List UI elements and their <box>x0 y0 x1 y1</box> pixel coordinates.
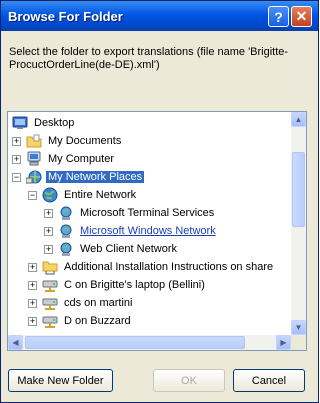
scroll-right-button[interactable]: ▶ <box>276 335 291 350</box>
tree-item-label: cds on martini <box>64 297 133 309</box>
tree-item[interactable]: + cds on martini <box>28 294 134 312</box>
tree-item[interactable]: + D on Buzzard <box>28 312 133 330</box>
tree-item-label: Microsoft Windows Network <box>80 225 216 237</box>
expand-icon[interactable]: + <box>28 262 37 272</box>
tree-item[interactable]: + Microsoft Windows Network <box>44 222 218 240</box>
expand-icon[interactable]: + <box>12 136 21 146</box>
network-provider-icon <box>58 223 74 239</box>
collapse-icon[interactable]: − <box>28 190 37 200</box>
tree-item-label: My Network Places <box>46 171 145 183</box>
tree-item[interactable]: − Entire Network <box>28 186 138 204</box>
globe-icon <box>42 187 58 203</box>
desktop-icon <box>12 115 28 131</box>
tree-item-label: Additional Installation Instructions on … <box>64 261 274 273</box>
vertical-scroll-thumb[interactable] <box>292 152 305 227</box>
tree-item-label: Entire Network <box>64 189 137 201</box>
expand-icon[interactable]: + <box>12 154 21 164</box>
tree-item[interactable]: + Microsoft Terminal Services <box>44 204 216 222</box>
folder-icon <box>26 133 42 149</box>
network-drive-icon <box>42 313 58 329</box>
instruction-text: Select the folder to export translations… <box>9 46 289 71</box>
tree-item-label: C on Brigitte's laptop (Bellini) <box>64 279 205 291</box>
network-provider-icon <box>58 241 74 257</box>
help-button[interactable]: ? <box>268 6 289 27</box>
horizontal-scroll-thumb[interactable] <box>25 336 245 349</box>
tree-item-label: Web Client Network <box>80 243 177 255</box>
tree-item-label: My Computer <box>48 153 115 165</box>
window-title: Browse For Folder <box>8 9 123 24</box>
computer-icon <box>26 151 42 167</box>
scrollbar-corner <box>291 335 306 350</box>
expand-icon[interactable]: + <box>28 298 37 308</box>
tree-item[interactable]: − My Network Places <box>12 168 145 186</box>
tree-item-label: Desktop <box>34 117 75 129</box>
expand-icon[interactable]: + <box>44 208 53 218</box>
network-drive-icon <box>42 295 58 311</box>
tree-item[interactable]: + My Computer <box>12 150 116 168</box>
folder-tree-view[interactable]: Desktop + My Documents + My Computer − My Netw… <box>7 111 307 351</box>
browse-for-folder-dialog: Browse For Folder ? ✕ Select the folder … <box>0 0 319 403</box>
network-places-icon <box>25 169 42 185</box>
ok-button[interactable]: OK <box>153 369 225 392</box>
expand-icon[interactable]: + <box>28 280 37 290</box>
network-drive-icon <box>42 277 58 293</box>
expand-icon[interactable]: + <box>44 226 53 236</box>
horizontal-scrollbar[interactable]: ◀ ▶ <box>8 335 291 350</box>
make-new-folder-button[interactable]: Make New Folder <box>8 369 113 392</box>
cancel-button[interactable]: Cancel <box>233 369 305 392</box>
tree-item[interactable]: + C on Brigitte's laptop (Bellini) <box>28 276 207 294</box>
network-provider-icon <box>58 205 74 221</box>
close-button[interactable]: ✕ <box>291 6 312 27</box>
scroll-down-button[interactable]: ▼ <box>291 320 306 335</box>
network-folder-icon <box>42 259 58 275</box>
tree-item-label: Microsoft Terminal Services <box>80 207 215 219</box>
tree-item[interactable]: + Additional Installation Instructions on… <box>28 258 275 276</box>
title-bar: Browse For Folder ? ✕ <box>1 1 318 31</box>
scroll-left-button[interactable]: ◀ <box>8 335 23 350</box>
vertical-scrollbar[interactable]: ▲ ▼ <box>291 112 306 335</box>
tree-item[interactable]: + Web Client Network <box>44 240 179 258</box>
tree-item[interactable]: + My Documents <box>12 132 123 150</box>
tree-item-label: My Documents <box>48 135 122 147</box>
folder-tree: Desktop + My Documents + My Computer − My Netw… <box>8 112 291 335</box>
scroll-up-button[interactable]: ▲ <box>291 112 306 127</box>
tree-item[interactable]: Desktop <box>12 114 76 132</box>
collapse-icon[interactable]: − <box>12 172 21 182</box>
expand-icon[interactable]: + <box>28 316 37 326</box>
tree-item-label: D on Buzzard <box>64 315 131 327</box>
expand-icon[interactable]: + <box>44 244 53 254</box>
